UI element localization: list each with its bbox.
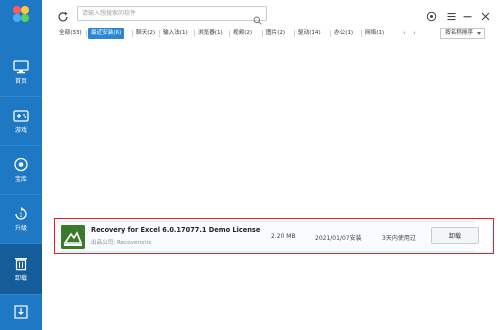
sidebar-download-button[interactable] [0,296,42,328]
monitor-icon [13,59,29,74]
list-item[interactable]: Recovery for Excel 6.0.17077.1 Demo Lice… [57,221,479,252]
sidebar-item-treasure[interactable]: 宝库 [0,146,42,194]
app-name: Recovery for Excel 6.0.17077.1 Demo Lice… [91,226,261,234]
tab-chat[interactable]: 聊天(2) [136,28,155,39]
tab-prev-arrow[interactable]: ‹ [403,29,406,38]
gamepad-icon [13,109,29,123]
chevron-down-icon [477,32,481,35]
tab-driver[interactable]: 驱动(14) [298,28,321,39]
sidebar-item-upgrade[interactable]: 1 升级 [0,195,42,243]
svg-text:1: 1 [19,213,22,219]
sidebar-item-home[interactable]: 首页 [0,48,42,96]
refresh-icon[interactable] [57,8,69,22]
app-icon [61,225,85,249]
menu-icon[interactable] [446,7,457,21]
trash-icon [13,256,29,271]
tab-image[interactable]: 图片(2) [266,28,285,39]
category-tabs: 全部(33) 最近安装(6) 聊天(2) 输入法(1) 浏览器(1) 视频(2)… [42,27,500,40]
sort-dropdown[interactable]: 按名称排序 [440,28,485,39]
top-bar [42,0,500,28]
sidebar-item-games[interactable]: 游戏 [0,97,42,145]
sidebar: 首页 游戏 宝库 1 升级 卸载 [0,0,42,330]
app-install-date: 2021/01/07安装 [315,235,362,242]
sidebar-item-label: 卸载 [14,275,27,282]
sidebar-item-label: 升级 [14,225,27,232]
sidebar-item-uninstall[interactable]: 卸载 [0,244,42,294]
tab-recent[interactable]: 最近安装(6) [88,28,125,39]
tab-next-arrow[interactable]: › [413,29,416,38]
search-icon[interactable] [253,10,262,25]
tab-network[interactable]: 网络(1) [365,28,384,39]
settings-icon[interactable] [426,7,437,22]
sort-label: 按名称排序 [445,30,473,36]
search-box [77,6,267,25]
sidebar-item-label: 首页 [14,77,27,85]
upgrade-icon: 1 [13,206,29,221]
app-publisher: 出品公司: Recoveronix [91,240,152,246]
app-last-used: 3天内使用过 [382,235,416,242]
tab-video[interactable]: 视频(2) [233,28,252,39]
app-size: 2.20 MB [271,233,296,240]
close-icon[interactable] [480,7,491,21]
tab-all[interactable]: 全部(33) [59,28,82,39]
treasure-icon [13,157,29,172]
tab-browser[interactable]: 浏览器(1) [198,28,223,39]
sidebar-item-label: 游戏 [14,126,27,134]
app-logo [0,0,42,28]
sidebar-item-label: 宝库 [14,176,27,183]
download-icon [14,305,28,319]
search-input[interactable] [82,8,250,19]
tab-input-method[interactable]: 输入法(1) [163,28,188,39]
tab-office[interactable]: 办公(1) [334,28,353,39]
minimize-icon[interactable] [462,7,473,18]
uninstall-button[interactable]: 卸载 [431,227,479,244]
